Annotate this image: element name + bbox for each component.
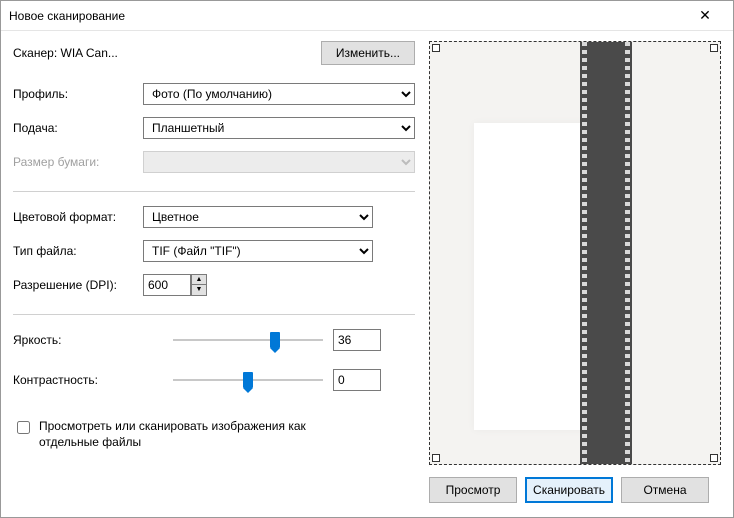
- settings-panel: Сканер: WIA Can... Изменить... Профиль: …: [13, 41, 415, 517]
- brightness-input[interactable]: [333, 329, 381, 351]
- film-perforation-left: [582, 42, 587, 464]
- profile-label: Профиль:: [13, 87, 143, 101]
- file-type-row: Тип файла: TIF (Файл "TIF"): [13, 240, 415, 262]
- spin-down-icon[interactable]: ▼: [192, 285, 206, 295]
- cancel-button[interactable]: Отмена: [621, 477, 709, 503]
- spin-up-icon[interactable]: ▲: [192, 275, 206, 285]
- preview-panel: Просмотр Сканировать Отмена: [429, 41, 721, 517]
- close-icon[interactable]: ✕: [685, 7, 725, 24]
- scan-button[interactable]: Сканировать: [525, 477, 613, 503]
- contrast-thumb[interactable]: [243, 372, 253, 388]
- paper-size-row: Размер бумаги:: [13, 151, 415, 173]
- film-perforation-right: [625, 42, 630, 464]
- color-format-row: Цветовой формат: Цветное: [13, 206, 415, 228]
- paper-size-select: [143, 151, 415, 173]
- separator-1: [13, 191, 415, 192]
- profile-select[interactable]: Фото (По умолчанию): [143, 83, 415, 105]
- footer-buttons: Просмотр Сканировать Отмена: [429, 465, 721, 517]
- preview-area[interactable]: [429, 41, 721, 465]
- resolution-spinner[interactable]: ▲ ▼: [143, 274, 207, 296]
- crop-handle-tl[interactable]: [432, 44, 440, 52]
- contrast-label: Контрастность:: [13, 373, 173, 387]
- separate-files-checkbox[interactable]: [17, 421, 30, 434]
- content-area: Сканер: WIA Can... Изменить... Профиль: …: [1, 31, 733, 517]
- scan-dialog: Новое сканирование ✕ Сканер: WIA Can... …: [0, 0, 734, 518]
- crop-handle-bl[interactable]: [432, 454, 440, 462]
- brightness-slider[interactable]: [173, 330, 323, 350]
- brightness-thumb[interactable]: [270, 332, 280, 348]
- preview-button[interactable]: Просмотр: [429, 477, 517, 503]
- resolution-row: Разрешение (DPI): ▲ ▼: [13, 274, 415, 296]
- feed-label: Подача:: [13, 121, 143, 135]
- resolution-label: Разрешение (DPI):: [13, 278, 143, 292]
- separator-2: [13, 314, 415, 315]
- crop-handle-tr[interactable]: [710, 44, 718, 52]
- file-type-label: Тип файла:: [13, 244, 143, 258]
- color-format-select[interactable]: Цветное: [143, 206, 373, 228]
- scanner-row: Сканер: WIA Can... Изменить...: [13, 41, 415, 65]
- feed-select[interactable]: Планшетный: [143, 117, 415, 139]
- brightness-label: Яркость:: [13, 333, 173, 347]
- contrast-input[interactable]: [333, 369, 381, 391]
- feed-row: Подача: Планшетный: [13, 117, 415, 139]
- paper-size-label: Размер бумаги:: [13, 155, 143, 169]
- resolution-input[interactable]: [143, 274, 191, 296]
- titlebar: Новое сканирование ✕: [1, 1, 733, 31]
- contrast-row: Контрастность:: [13, 369, 415, 391]
- brightness-row: Яркость:: [13, 329, 415, 351]
- separate-files-label: Просмотреть или сканировать изображения …: [39, 419, 359, 450]
- separate-files-row: Просмотреть или сканировать изображения …: [13, 419, 415, 450]
- change-scanner-button[interactable]: Изменить...: [321, 41, 415, 65]
- preview-film-strip: [580, 42, 632, 464]
- file-type-select[interactable]: TIF (Файл "TIF"): [143, 240, 373, 262]
- resolution-spin-buttons[interactable]: ▲ ▼: [191, 274, 207, 296]
- profile-row: Профиль: Фото (По умолчанию): [13, 83, 415, 105]
- contrast-slider[interactable]: [173, 370, 323, 390]
- crop-handle-br[interactable]: [710, 454, 718, 462]
- window-title: Новое сканирование: [9, 9, 685, 23]
- scanner-label: Сканер: WIA Can...: [13, 46, 321, 60]
- color-format-label: Цветовой формат:: [13, 210, 143, 224]
